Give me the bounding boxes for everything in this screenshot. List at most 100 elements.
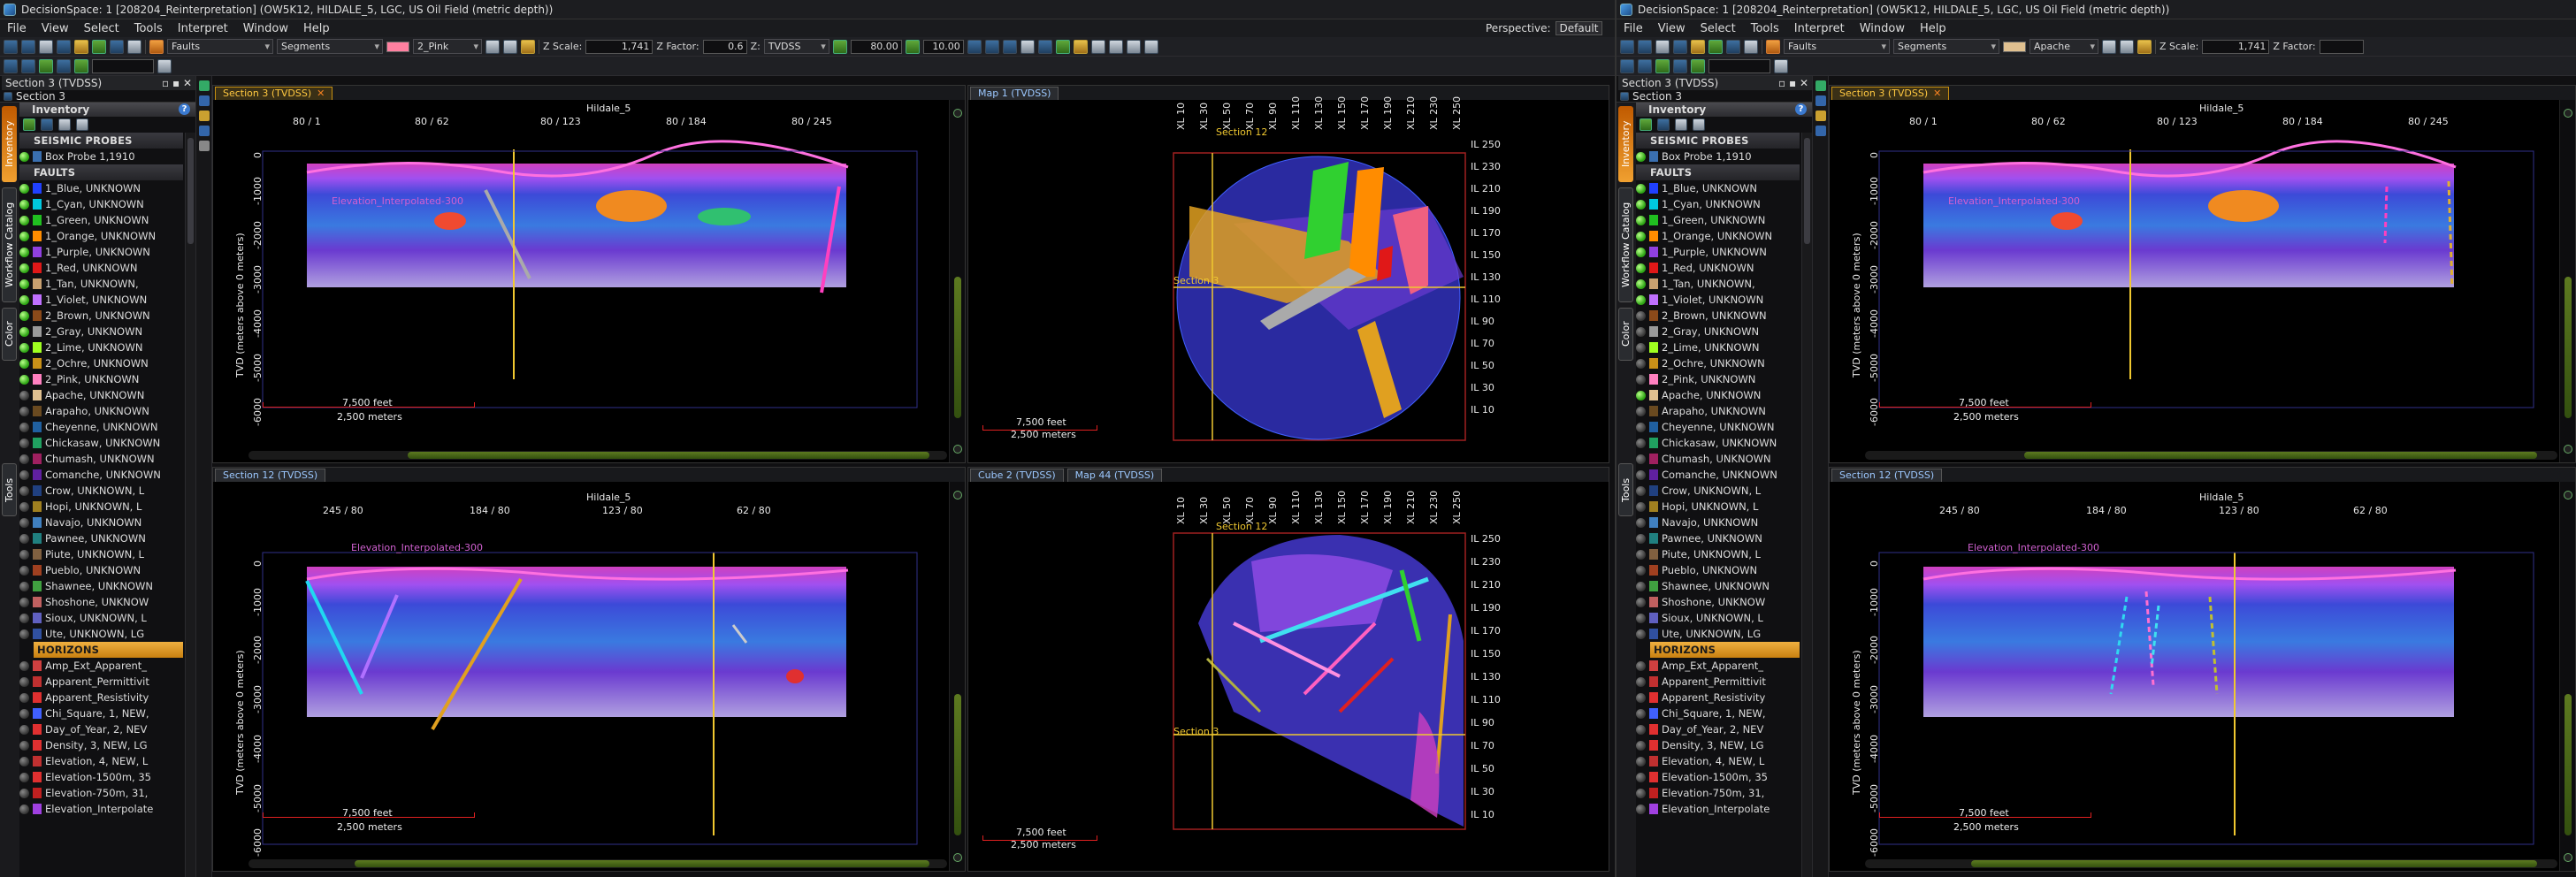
list-item[interactable]: 2_Gray, UNKNOWN [1636,324,1800,339]
list-item[interactable]: Crow, UNKNOWN, L [1636,483,1800,499]
tab-color[interactable]: Color [2,308,17,361]
color-swatch[interactable] [2003,41,2026,52]
visibility-toggle-icon[interactable] [1636,788,1646,798]
visibility-toggle-icon[interactable] [1636,151,1646,162]
refresh-icon[interactable] [1744,39,1758,54]
list-item[interactable]: Chi_Square, 1, NEW, [1636,705,1800,721]
visibility-toggle-icon[interactable] [19,660,29,671]
list-item[interactable]: Pueblo, UNKNOWN [1636,562,1800,578]
section-faults[interactable]: FAULTS [19,164,183,180]
list-item[interactable]: Density, 3, NEW, LG [1636,737,1800,753]
list-item[interactable]: Apache, UNKNOWN [1636,387,1800,403]
visibility-toggle-icon[interactable] [19,485,29,496]
list-item[interactable]: 1_Blue, UNKNOWN [19,180,183,196]
visibility-toggle-icon[interactable] [1636,708,1646,719]
visibility-toggle-icon[interactable] [1636,485,1646,496]
list-item[interactable]: Shawnee, UNKNOWN [19,578,183,594]
help-icon[interactable]: ? [179,103,190,115]
cube-icon[interactable] [4,58,18,73]
list-item[interactable]: 1_Tan, UNKNOWN, [19,276,183,292]
visibility-toggle-icon[interactable] [19,676,29,687]
menu-interpret[interactable]: Interpret [1794,22,1845,35]
visibility-toggle-icon[interactable] [1636,294,1646,305]
visibility-toggle-icon[interactable] [19,724,29,735]
copy-icon[interactable] [58,118,71,131]
list-item[interactable]: Sioux, UNKNOWN, L [19,610,183,626]
visibility-toggle-icon[interactable] [1636,406,1646,416]
pick-icon[interactable] [74,39,88,54]
save-icon[interactable] [39,39,53,54]
list-item[interactable]: Pueblo, UNKNOWN [19,562,183,578]
speed-b-input[interactable]: 10.00 [922,39,964,54]
visibility-toggle-icon[interactable] [1636,629,1646,639]
menu-window[interactable]: Window [243,22,288,35]
layout-2-icon[interactable] [1108,39,1123,54]
visibility-toggle-icon[interactable] [1636,692,1646,703]
list-item[interactable]: Comanche, UNKNOWN [1636,467,1800,483]
menu-help[interactable]: Help [303,22,330,35]
inventory-scrollbar[interactable] [185,133,195,877]
cursor-icon[interactable] [967,39,982,54]
visibility-toggle-icon[interactable] [19,454,29,464]
visibility-toggle-icon[interactable] [1636,597,1646,607]
visibility-toggle-icon[interactable] [19,326,29,337]
tab-workflow-catalog[interactable]: Workflow Catalog [1618,187,1633,302]
section-horizons[interactable]: HORIZONS [34,642,183,658]
list-item[interactable]: 1_Cyan, UNKNOWN [1636,196,1800,212]
zoom-in-icon[interactable] [984,39,999,54]
list-item[interactable]: Apparent_Resistivity [1636,690,1800,705]
list-item[interactable]: 2_Pink, UNKNOWN [19,371,183,387]
list-item[interactable]: Piute, UNKNOWN, L [1636,546,1800,562]
visibility-toggle-icon[interactable] [19,501,29,512]
perspective-select[interactable]: Default [1555,21,1603,35]
visibility-toggle-icon[interactable] [19,629,29,639]
open-icon[interactable] [1638,39,1652,54]
visibility-toggle-icon[interactable] [1636,724,1646,735]
visibility-toggle-icon[interactable] [19,613,29,623]
list-item[interactable]: Elevation-1500m, 35 [1636,769,1800,785]
list-item[interactable]: 2_Brown, UNKNOWN [19,308,183,324]
seismic-icon[interactable] [1673,58,1687,73]
menu-view[interactable]: View [42,22,69,35]
color-swatch[interactable] [386,41,409,52]
inventory-scrollbar[interactable] [1801,133,1812,877]
panel-zoom-slider[interactable] [949,100,965,462]
list-item[interactable]: Cheyenne, UNKNOWN [1636,419,1800,435]
visibility-toggle-icon[interactable] [1636,438,1646,448]
mode-select[interactable]: Segments [1893,39,1999,54]
tool-icon[interactable] [1815,126,1826,136]
redo-icon[interactable] [503,39,517,54]
select-icon[interactable] [57,39,71,54]
visibility-toggle-icon[interactable] [19,549,29,560]
visibility-toggle-icon[interactable] [19,215,29,225]
flag-icon[interactable] [1020,39,1035,54]
list-item[interactable]: 1_Red, UNKNOWN [1636,260,1800,276]
panel-h-scrollbar[interactable] [1865,451,2557,460]
visibility-toggle-icon[interactable] [1636,533,1646,544]
visibility-toggle-icon[interactable] [19,565,29,576]
filter-icon[interactable] [41,118,53,131]
visibility-toggle-icon[interactable] [19,231,29,241]
list-item[interactable]: Ute, UNKNOWN, LG [19,626,183,642]
section3-view[interactable] [229,102,947,462]
quick-input[interactable] [1708,58,1770,73]
paste-icon[interactable] [1693,118,1705,131]
select-icon[interactable] [1673,39,1687,54]
visibility-toggle-icon[interactable] [1636,676,1646,687]
well-icon[interactable] [1055,39,1070,54]
tab-inventory[interactable]: Inventory [2,106,17,182]
list-item[interactable]: Elevation_Interpolate [19,801,183,817]
add-icon[interactable] [23,118,35,131]
mode-select[interactable]: Segments [277,39,383,54]
visibility-toggle-icon[interactable] [19,804,29,814]
new-icon[interactable] [1620,39,1634,54]
panel-zoom-slider[interactable] [949,482,965,871]
menu-file[interactable]: File [7,22,27,35]
list-item[interactable]: Elevation-750m, 31, [19,785,183,801]
step-back-icon[interactable] [832,39,847,54]
visibility-toggle-icon[interactable] [1636,501,1646,512]
list-item[interactable]: Navajo, UNKNOWN [19,515,183,530]
visibility-toggle-icon[interactable] [19,310,29,321]
tab-tools[interactable]: Tools [1618,463,1633,516]
visibility-toggle-icon[interactable] [19,788,29,798]
